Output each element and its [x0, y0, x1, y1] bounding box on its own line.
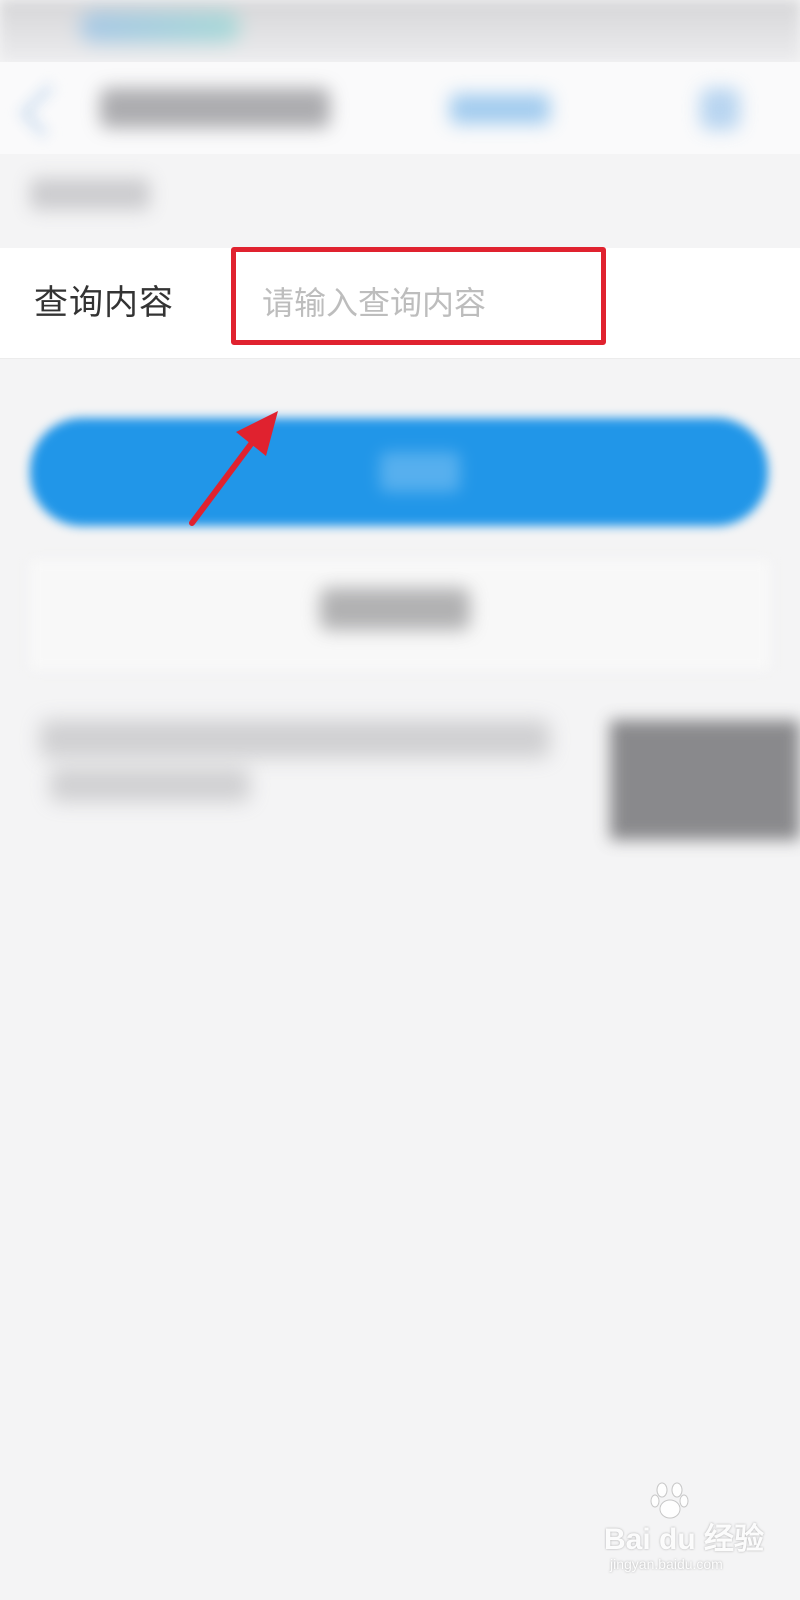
query-submit-button-label-blurred	[380, 452, 460, 492]
status-bar	[0, 0, 800, 62]
baidu-jingyan-watermark: Bai du 经验 jingyan.baidu.com	[604, 1480, 784, 1590]
query-submit-button[interactable]	[30, 418, 768, 526]
info-text-blurred	[40, 720, 550, 758]
page-title-blurred	[100, 88, 330, 128]
watermark-site: jingyan.baidu.com	[610, 1556, 723, 1572]
paw-logo-icon	[650, 1482, 689, 1519]
back-arrow-icon[interactable]	[20, 84, 73, 137]
watermark-brand: Bai du 经验	[604, 1523, 765, 1556]
header	[0, 62, 800, 154]
query-input[interactable]	[254, 274, 600, 332]
status-bar-icons	[80, 12, 240, 42]
info-subtext-blurred	[50, 768, 250, 802]
query-label: 查询内容	[34, 283, 174, 323]
query-row: 查询内容	[0, 248, 800, 359]
header-action-button-blurred[interactable]	[450, 94, 550, 124]
secondary-link-blurred[interactable]	[320, 588, 470, 630]
section-label-blurred	[30, 178, 150, 210]
thumbnail-blurred	[610, 720, 800, 840]
menu-icon[interactable]	[700, 88, 740, 130]
